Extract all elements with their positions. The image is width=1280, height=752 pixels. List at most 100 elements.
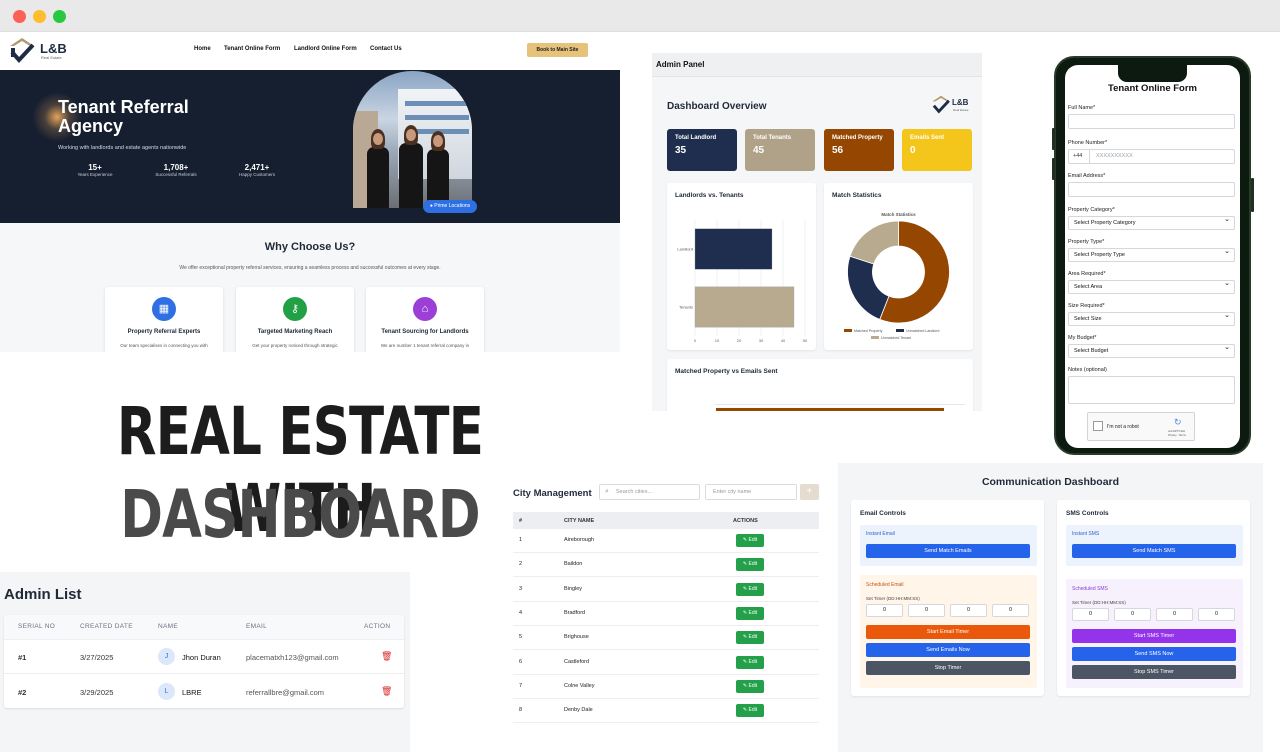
- admin-table-header: SERIAL NO CREATED DATE NAME EMAIL ACTION: [4, 615, 404, 640]
- admin-logo-sub: Real Estate: [953, 108, 969, 112]
- start-email-timer-button[interactable]: Start Email Timer: [866, 625, 1030, 639]
- phone-input[interactable]: +44 XXXXXXXXXX: [1068, 149, 1235, 164]
- city-row-name: Baildon: [564, 561, 583, 568]
- feature-card-referral[interactable]: ▦ Property Referral Experts Our team spe…: [105, 287, 223, 352]
- nav-tenant-form[interactable]: Tenant Online Form: [224, 46, 280, 52]
- area-select[interactable]: Select Area: [1068, 278, 1235, 294]
- kpi-total-tenants[interactable]: Total Tenants 45: [745, 129, 815, 171]
- minimize-window-button[interactable]: [33, 10, 46, 23]
- admin-list-screenshot: Admin List SERIAL NO CREATED DATE NAME E…: [0, 572, 410, 752]
- city-row-name: Brighouse: [564, 634, 589, 641]
- budget-select[interactable]: Select Budget: [1068, 342, 1235, 358]
- kpi-value: 45: [753, 145, 765, 156]
- notes-textarea[interactable]: [1068, 376, 1235, 404]
- edit-city-button[interactable]: ✎ Edit: [736, 631, 764, 645]
- email-timer-days[interactable]: 0: [866, 604, 903, 617]
- edit-city-button[interactable]: ✎ Edit: [736, 582, 764, 596]
- city-row: 7 Colne Valley ✎ Edit: [513, 675, 819, 699]
- category-select[interactable]: Select Property Category: [1068, 214, 1235, 230]
- category-label: Landlord: [677, 247, 693, 252]
- instant-email-box: Instant Email Send Match Emails: [860, 525, 1037, 566]
- nav-contact[interactable]: Contact Us: [370, 46, 402, 52]
- instant-sms-label: Instant SMS: [1072, 531, 1100, 537]
- city-search-input[interactable]: ⌕ Search cities...: [599, 484, 700, 500]
- landing-page-screenshot: L&B Real Estate Home Tenant Online Form …: [0, 32, 620, 352]
- pie-inner-title: Match Statistics: [881, 212, 916, 217]
- phone-side-button: [1251, 178, 1254, 212]
- delete-icon[interactable]: 🗑: [381, 686, 392, 697]
- brand-logo[interactable]: L&B Real Estate: [8, 36, 68, 66]
- collage-canvas: L&B Real Estate Home Tenant Online Form …: [0, 32, 1280, 752]
- full-name-input[interactable]: [1068, 114, 1235, 129]
- landing-nav: L&B Real Estate Home Tenant Online Form …: [0, 32, 620, 70]
- edit-city-button[interactable]: ✎ Edit: [736, 558, 764, 572]
- email-timer-seconds[interactable]: 0: [992, 604, 1029, 617]
- bottom-chart-panel: Matched Property vs Emails Sent: [667, 359, 973, 411]
- sms-timer-seconds[interactable]: 0: [1198, 608, 1235, 621]
- type-select[interactable]: Select Property Type: [1068, 246, 1235, 262]
- sms-timer-label: Set Timer (DD:HH:MM:SS): [1072, 600, 1126, 605]
- instant-email-label: Instant Email: [866, 531, 895, 537]
- prime-locations-badge: ● Prime Locations: [423, 200, 477, 213]
- admin-serial: #2: [18, 688, 27, 697]
- feature-card-sourcing[interactable]: ⌂ Tenant Sourcing for Landlords We are n…: [366, 287, 484, 352]
- recaptcha-icon: ↻: [1174, 417, 1182, 427]
- city-row: 5 Brighouse ✎ Edit: [513, 626, 819, 651]
- pie-chart-panel: Match Statistics Match Statistics Matched…: [824, 183, 973, 350]
- feature-card-marketing[interactable]: ⚷ Targeted Marketing Reach Get your prop…: [236, 287, 354, 352]
- phone-notch: [1118, 65, 1187, 82]
- delete-icon[interactable]: 🗑: [381, 651, 392, 662]
- edit-city-button[interactable]: ✎ Edit: [736, 679, 764, 693]
- maximize-window-button[interactable]: [53, 10, 66, 23]
- send-match-sms-button[interactable]: Send Match SMS: [1072, 544, 1236, 558]
- scheduled-sms-label: Scheduled SMS: [1072, 586, 1108, 592]
- edit-city-button[interactable]: ✎ Edit: [736, 704, 764, 718]
- nav-home[interactable]: Home: [194, 46, 211, 52]
- email-timer-hours[interactable]: 0: [908, 604, 945, 617]
- admin-list-title: Admin List: [4, 586, 82, 603]
- send-sms-now-button[interactable]: Send SMS Now: [1072, 647, 1236, 661]
- recaptcha-checkbox[interactable]: [1093, 421, 1103, 431]
- edit-city-button[interactable]: ✎ Edit: [736, 606, 764, 620]
- kpi-matched-property[interactable]: Matched Property 56: [824, 129, 894, 171]
- size-select[interactable]: Select Size: [1068, 310, 1235, 326]
- admin-logo: L&B Real Estate: [931, 95, 973, 117]
- legend-label: Unmatched Landlord: [906, 329, 939, 333]
- bar-chart-panel: Landlords vs. Tenants 0 10 20 30 40 50 Landlor…: [667, 183, 816, 350]
- instant-sms-box: Instant SMS Send Match SMS: [1066, 525, 1243, 566]
- phone-mockup: Tenant Online Form Full Name* Phone Numb…: [1052, 56, 1254, 455]
- email-input[interactable]: [1068, 182, 1235, 197]
- sms-timer-hours[interactable]: 0: [1114, 608, 1151, 621]
- sms-timer-minutes[interactable]: 0: [1156, 608, 1193, 621]
- edit-city-button[interactable]: ✎ Edit: [736, 534, 764, 547]
- category-label: Property Category*: [1068, 207, 1115, 213]
- sms-timer-days[interactable]: 0: [1072, 608, 1109, 621]
- stop-timer-button[interactable]: Stop Timer: [866, 661, 1030, 675]
- stop-sms-timer-button[interactable]: Stop SMS Timer: [1072, 665, 1236, 679]
- close-window-button[interactable]: [13, 10, 26, 23]
- kpi-value: 56: [832, 145, 844, 156]
- city-table-header: # CITY NAME ACTIONS: [513, 512, 819, 529]
- stat-value: 2,471+: [244, 163, 270, 172]
- notes-label: Notes (optional): [1068, 367, 1107, 373]
- edit-label: Edit: [748, 585, 758, 592]
- city-name-input[interactable]: Enter city name: [705, 484, 797, 500]
- nav-landlord-form[interactable]: Landlord Online Form: [294, 46, 357, 52]
- start-sms-timer-button[interactable]: Start SMS Timer: [1072, 629, 1236, 643]
- admin-name: Jhon Duran: [182, 653, 221, 662]
- bottom-chart-title: Matched Property vs Emails Sent: [675, 368, 778, 375]
- send-emails-now-button[interactable]: Send Emails Now: [866, 643, 1030, 657]
- edit-city-button[interactable]: ✎ Edit: [736, 655, 764, 669]
- kpi-emails-sent[interactable]: Emails Sent 0: [902, 129, 972, 171]
- recaptcha-brand: reCAPTCHA: [1168, 429, 1186, 433]
- kpi-value: 0: [910, 145, 916, 156]
- add-city-button[interactable]: +: [800, 484, 819, 500]
- email-timer-minutes[interactable]: 0: [950, 604, 987, 617]
- book-main-site-button[interactable]: Book to Main Site: [527, 43, 588, 57]
- bar-landlord: [694, 228, 773, 270]
- admin-list-table: SERIAL NO CREATED DATE NAME EMAIL ACTION…: [4, 615, 404, 708]
- hero-photo: [353, 71, 472, 208]
- send-match-emails-button[interactable]: Send Match Emails: [866, 544, 1030, 558]
- kpi-total-landlord[interactable]: Total Landlord 35: [667, 129, 737, 171]
- tenant-form-title: Tenant Online Form: [1107, 83, 1198, 94]
